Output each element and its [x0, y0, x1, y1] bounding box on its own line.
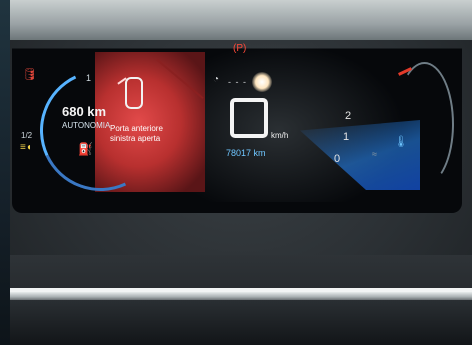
coolant-temperature-icon: 🌡	[394, 136, 408, 148]
tach-tick-2: 2	[345, 110, 352, 122]
dashboard-top	[10, 0, 472, 40]
temperature-arc	[395, 62, 454, 186]
door-alert-line2: sinistra aperta	[110, 134, 161, 143]
range-value: 680 km	[62, 104, 107, 119]
oil-pressure-icon: 🛢	[22, 67, 38, 81]
headlight-icon: ≡◖	[20, 142, 32, 153]
door-alert-line1: Porta anteriore	[110, 124, 163, 133]
range-label: AUTONOMIA	[62, 121, 111, 130]
odometer: 78017 km	[226, 148, 266, 158]
dashboard-photo: 🛢 ≡◖ ⛽ (P) ◔ 🌡 ≈ 1 680 km AUTONOMIA 1/2 …	[0, 0, 472, 345]
fuel-full-label: 1	[86, 73, 92, 83]
open-door-car-icon	[125, 77, 143, 109]
speed-unit: km/h	[271, 131, 289, 140]
cruise-dashes: - - -	[228, 77, 247, 87]
parking-brake-icon: (P)	[233, 43, 247, 54]
fuel-half-label: 1/2	[21, 131, 33, 140]
tach-tick-1: 1	[343, 131, 350, 143]
tach-tick-0: 0	[334, 153, 341, 165]
light-reflection	[252, 72, 272, 92]
fuel-pump-icon: ⛽	[78, 142, 93, 156]
cruise-gauge-icon: ◔	[213, 74, 220, 85]
chrome-strip	[10, 292, 472, 300]
temperature-scale-icon: ≈	[372, 149, 377, 159]
dashboard-bottom	[10, 300, 472, 345]
speed-digit	[230, 98, 268, 138]
